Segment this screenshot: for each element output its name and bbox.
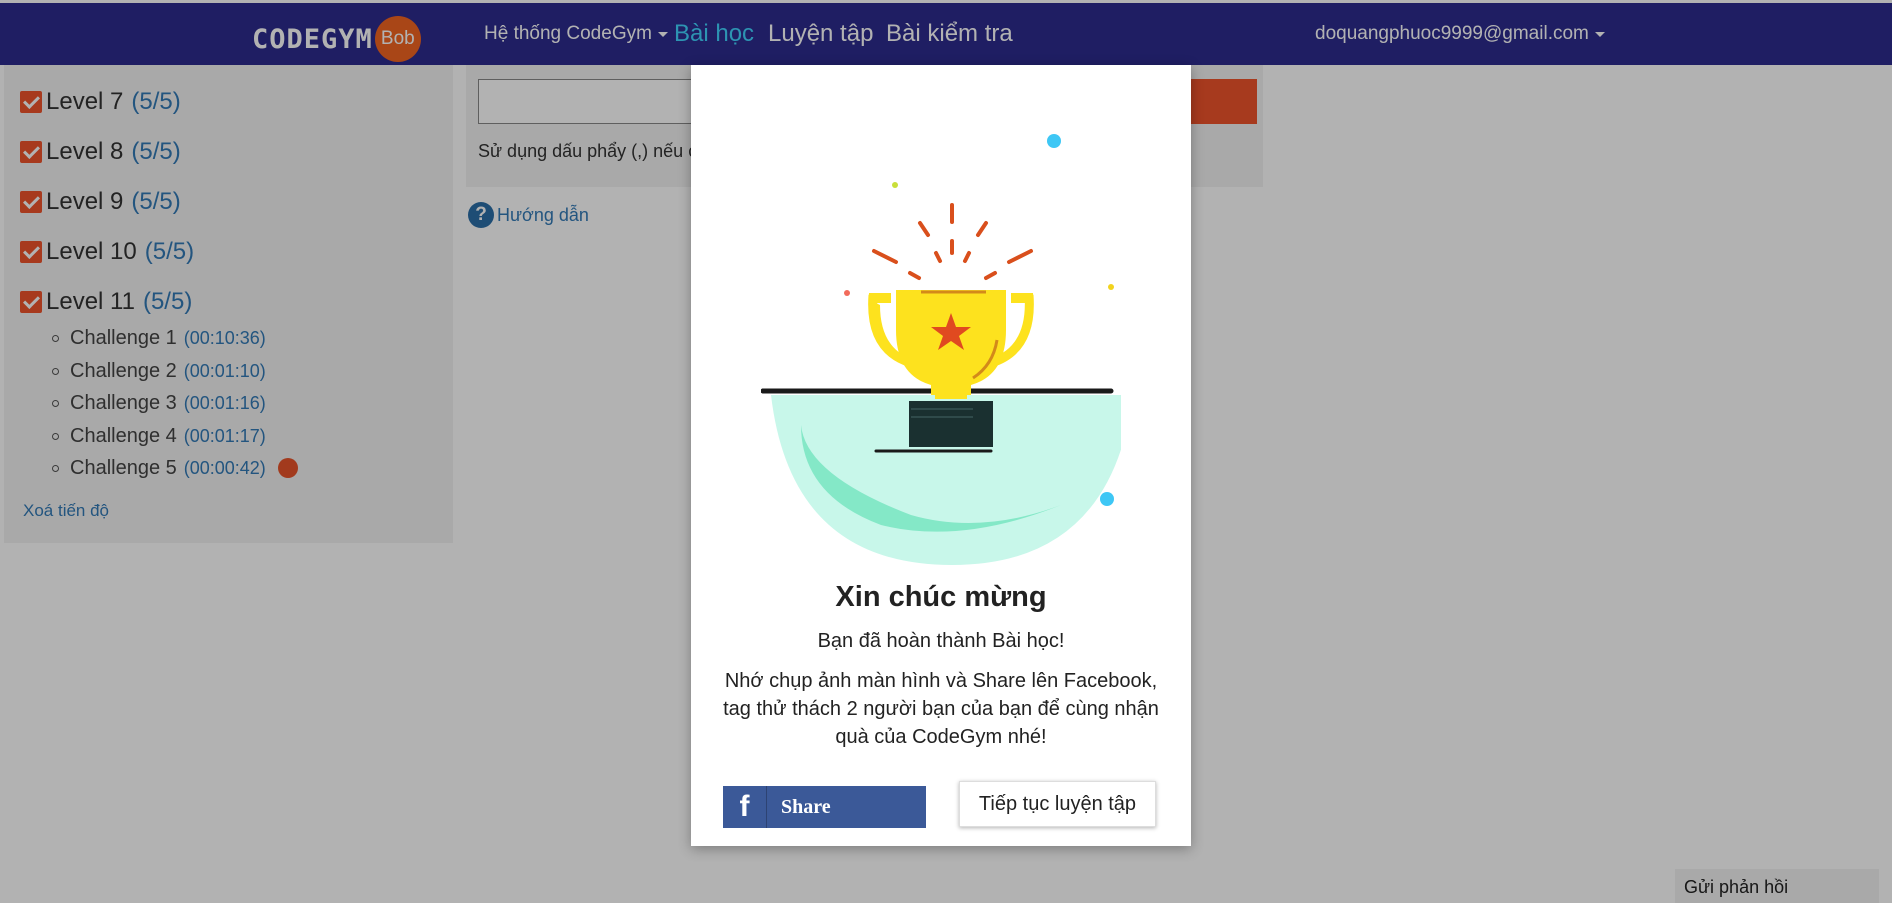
modal-message: Nhớ chụp ảnh màn hình và Share lên Faceb… [723,670,1159,748]
facebook-icon: f [723,786,767,828]
modal-title: Xin chúc mừng [835,581,1047,613]
continue-practice-button[interactable]: Tiếp tục luyện tập [959,781,1156,827]
share-label: Share [781,795,831,818]
modal-subtitle: Bạn đã hoàn thành Bài học! [817,630,1065,652]
congratulations-modal: Xin chúc mừng Bạn đã hoàn thành Bài học!… [691,65,1191,846]
facebook-share-button[interactable]: f Share [723,786,926,828]
trophy-illustration [761,134,1121,565]
